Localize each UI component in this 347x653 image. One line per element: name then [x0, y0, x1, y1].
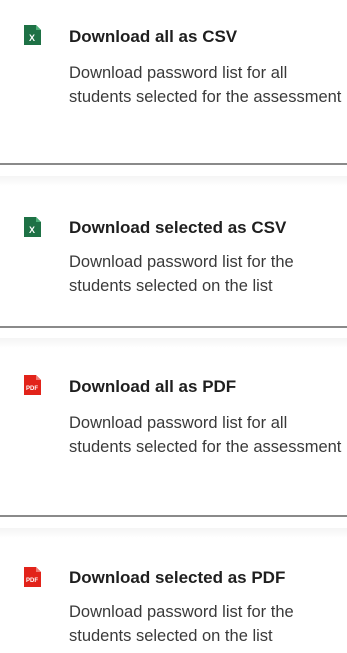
- svg-text:PDF: PDF: [26, 578, 38, 584]
- divider: [0, 515, 347, 517]
- excel-file-icon: X: [21, 216, 43, 238]
- pdf-file-icon: PDF: [21, 374, 43, 396]
- option-title: Download all as PDF: [69, 377, 237, 396]
- svg-text:X: X: [29, 33, 35, 43]
- option-description: Download password list for all students …: [69, 414, 342, 456]
- download-all-pdf-option[interactable]: PDF Download all as PDF Download passwor…: [0, 350, 347, 520]
- svg-text:PDF: PDF: [26, 386, 38, 392]
- option-title: Download selected as CSV: [69, 218, 287, 237]
- option-description: Download password list for the students …: [69, 253, 294, 295]
- divider-shadow: [0, 528, 347, 538]
- divider: [0, 326, 347, 328]
- download-selected-pdf-option[interactable]: PDF Download selected as PDF Download pa…: [0, 540, 347, 653]
- option-description: Download password list for the students …: [69, 603, 294, 645]
- pdf-file-icon: PDF: [21, 566, 43, 588]
- divider: [0, 163, 347, 165]
- svg-text:X: X: [29, 225, 35, 235]
- download-all-csv-option[interactable]: X Download all as CSV Download password …: [0, 0, 347, 170]
- option-title: Download all as CSV: [69, 27, 238, 46]
- download-selected-csv-option[interactable]: X Download selected as CSV Download pass…: [0, 186, 347, 326]
- divider-shadow: [0, 176, 347, 186]
- option-title: Download selected as PDF: [69, 568, 286, 587]
- option-description: Download password list for all students …: [69, 64, 342, 106]
- divider-shadow: [0, 338, 347, 348]
- excel-file-icon: X: [21, 24, 43, 46]
